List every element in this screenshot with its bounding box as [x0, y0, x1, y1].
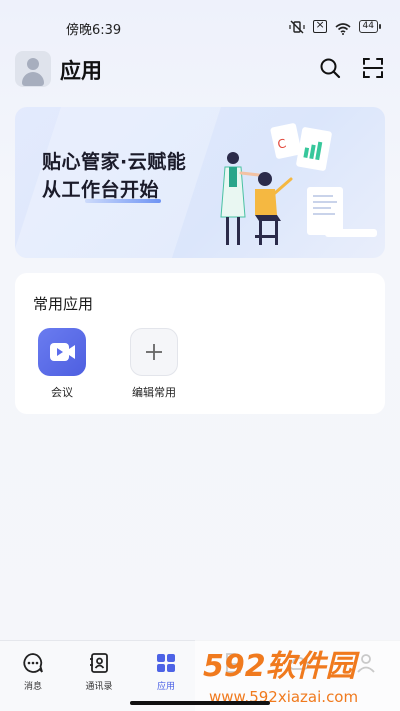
common-apps-title: 常用应用 — [33, 295, 94, 313]
tab-contacts[interactable]: 通讯录 — [66, 651, 132, 692]
status-icons: 44 — [288, 18, 382, 35]
battery-icon: 44 — [358, 19, 382, 33]
page-title: 应用 — [60, 59, 102, 83]
plus-icon[interactable] — [130, 328, 178, 376]
app-meeting-label: 会议 — [51, 386, 73, 399]
no-sim-icon — [312, 18, 327, 33]
tab-messages-label: 消息 — [23, 682, 42, 692]
app-meeting[interactable]: 会议 — [30, 328, 94, 400]
banner-headline: 贴心管家·云赋能 — [42, 151, 187, 173]
tab-apps[interactable]: 应用 — [133, 651, 199, 692]
watermark-brand: 592软件园 — [203, 649, 361, 684]
tab-messages[interactable]: 消息 — [0, 651, 66, 692]
video-camera-icon[interactable] — [38, 328, 86, 376]
home-indicator[interactable] — [130, 701, 270, 705]
chat-bubble-icon — [21, 651, 45, 675]
vibrate-mute-icon — [288, 19, 305, 34]
status-bar: 傍晚6:39 44 — [0, 0, 400, 40]
search-icon[interactable] — [318, 56, 342, 80]
promo-banner[interactable]: 贴心管家·云赋能 从工作台开始 C — [15, 107, 385, 258]
edit-common-apps-button[interactable]: 编辑常用 — [122, 328, 186, 400]
banner-subheadline: 从工作台开始 — [42, 179, 160, 201]
apps-grid-icon — [154, 651, 178, 675]
contacts-book-icon — [87, 651, 111, 675]
banner-underline — [85, 199, 161, 203]
common-apps-card: 常用应用 会议 编辑常用 — [15, 273, 385, 414]
banner-illustration: C — [220, 123, 377, 245]
tab-apps-label: 应用 — [156, 682, 175, 692]
scan-icon[interactable] — [361, 56, 385, 80]
wifi-icon — [335, 20, 351, 35]
app-header: 应用 — [0, 50, 400, 90]
tab-contacts-label: 通讯录 — [85, 682, 113, 692]
edit-common-apps-label: 编辑常用 — [132, 386, 176, 399]
avatar[interactable] — [15, 51, 51, 87]
status-time: 傍晚6:39 — [66, 23, 122, 38]
